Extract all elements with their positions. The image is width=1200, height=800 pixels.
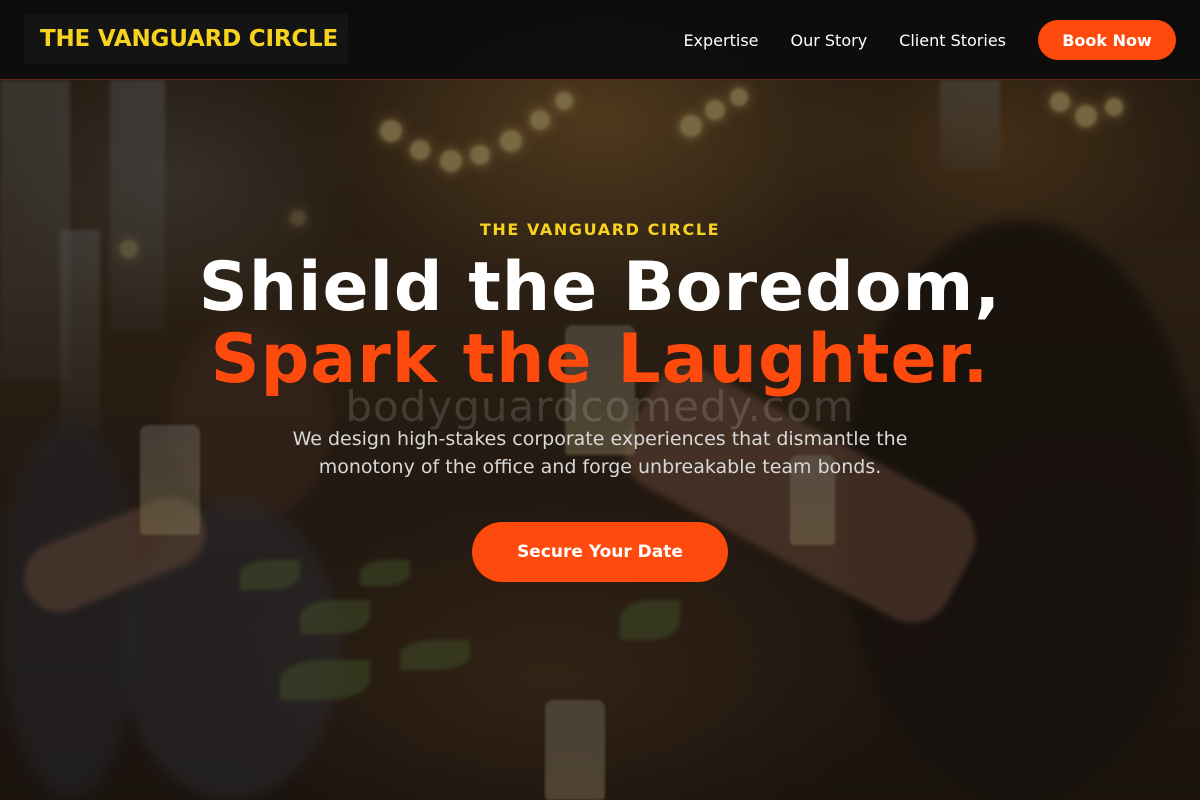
book-now-button[interactable]: Book Now	[1038, 20, 1176, 60]
watermark-text: bodyguardcomedy.com	[345, 382, 855, 431]
hero-subtext: We design high-stakes corporate experien…	[292, 428, 908, 478]
nav-link-our-story[interactable]: Our Story	[791, 31, 868, 50]
hero-eyebrow: THE VANGUARD CIRCLE	[479, 220, 721, 239]
headline-line-1: Shield the Boredom,	[198, 248, 1002, 327]
nav-links: Expertise Our Story Client Stories Book …	[683, 20, 1176, 60]
site-logo[interactable]: THE VANGUARD CIRCLE	[40, 26, 338, 52]
nav-link-client-stories[interactable]: Client Stories	[899, 31, 1006, 50]
hero-section: THE VANGUARD CIRCLE Shield the Boredom, …	[0, 80, 1200, 800]
secure-your-date-button[interactable]: Secure Your Date	[472, 522, 728, 582]
hero-headline: Shield the Boredom, Spark the Laughter.	[0, 252, 1200, 396]
nav-link-expertise[interactable]: Expertise	[683, 31, 758, 50]
top-navigation-bar: THE VANGUARD CIRCLE Expertise Our Story …	[0, 0, 1200, 80]
logo-container[interactable]: THE VANGUARD CIRCLE	[24, 14, 348, 64]
